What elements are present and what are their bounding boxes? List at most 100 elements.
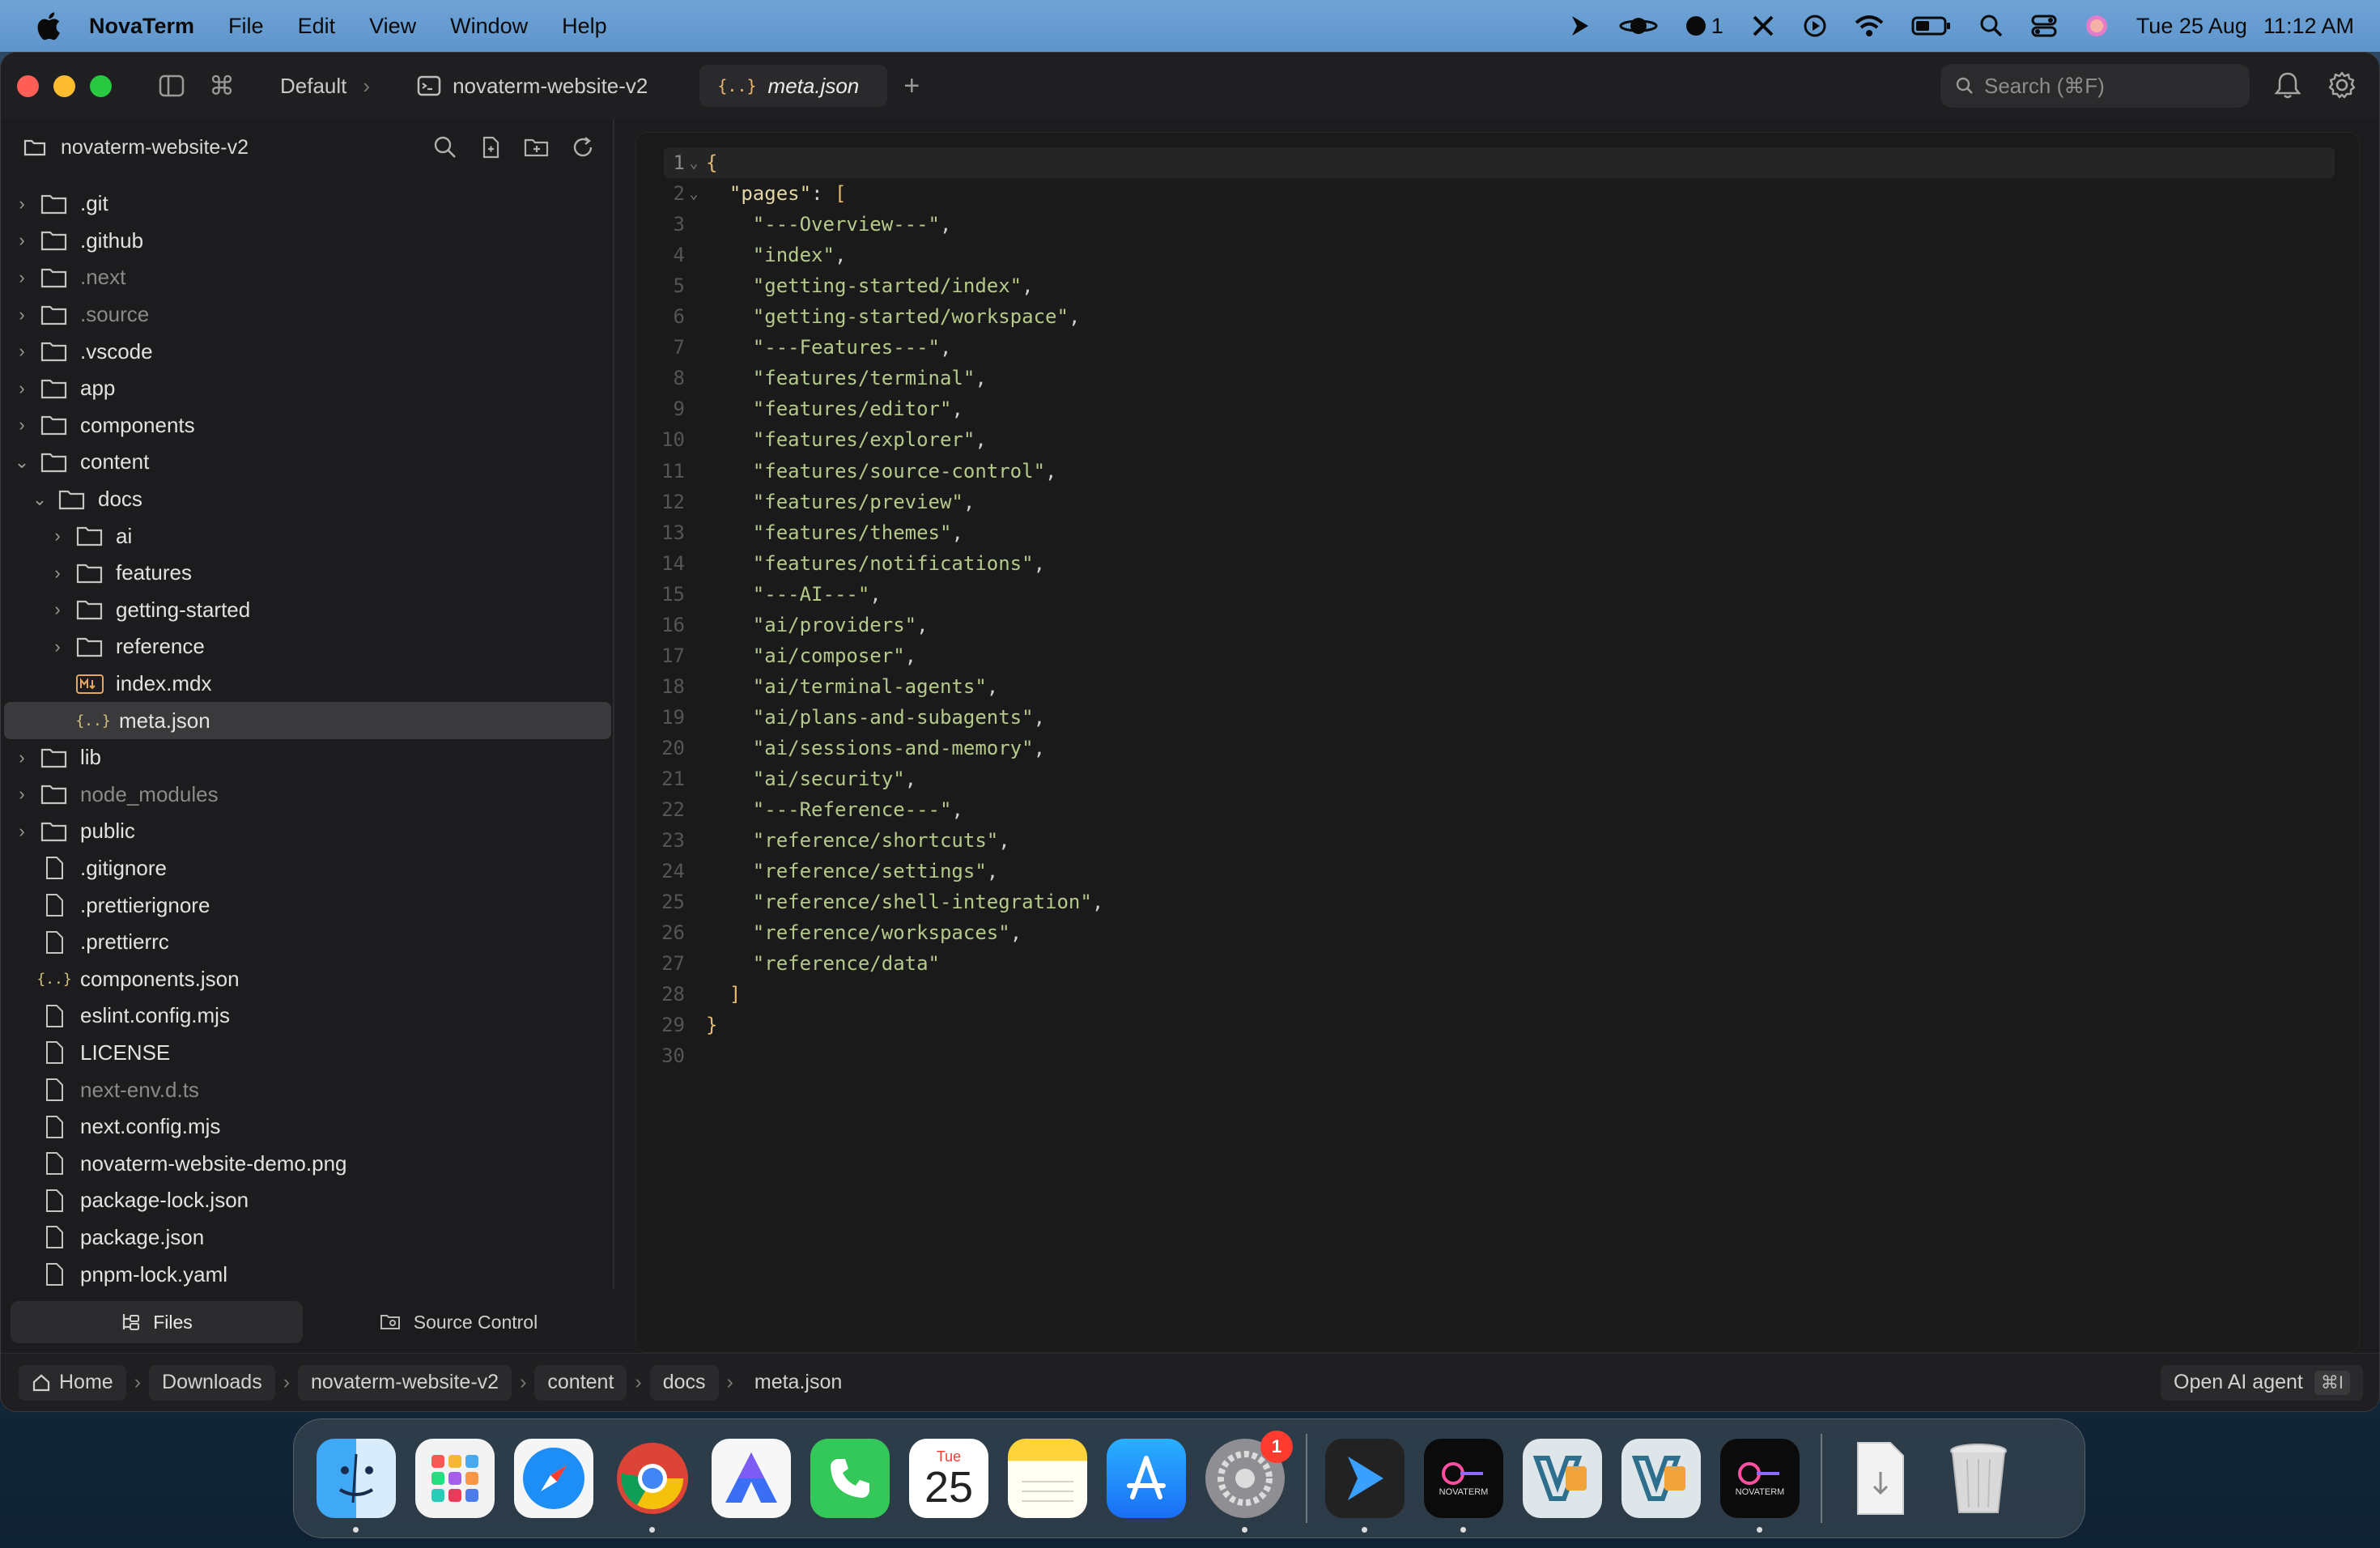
code-line[interactable]: 24 "reference/settings",: [636, 856, 2359, 887]
tree-folder-row[interactable]: › ai: [1, 517, 614, 555]
tree-file-row[interactable]: {..} components.json: [1, 960, 614, 997]
code-line[interactable]: 20 "ai/sessions-and-memory",: [636, 733, 2359, 763]
tree-file-row[interactable]: pnpm-lock.yaml: [1, 1256, 614, 1293]
chevron-right-icon[interactable]: ›: [12, 341, 32, 362]
tree-file-row[interactable]: next-env.d.ts: [1, 1071, 614, 1108]
code-line[interactable]: 12 "features/preview",: [636, 487, 2359, 517]
tree-file-row[interactable]: package.json: [1, 1219, 614, 1257]
tree-folder-row[interactable]: › .git: [1, 185, 614, 223]
search-files-icon[interactable]: [433, 135, 457, 159]
tab-project[interactable]: novaterm-website-v2: [399, 65, 665, 107]
tree-folder-row[interactable]: › public: [1, 813, 614, 850]
tree-folder-row[interactable]: › node_modules: [1, 776, 614, 814]
clock[interactable]: Tue 25 Aug 11:12 AM: [2136, 14, 2354, 39]
breadcrumb-docs[interactable]: docs: [649, 1364, 719, 1401]
new-tab-button[interactable]: +: [903, 70, 920, 102]
open-ai-agent-button[interactable]: Open AI agent ⌘I: [2161, 1364, 2363, 1401]
breadcrumb-project[interactable]: novaterm-website-v2: [298, 1364, 512, 1401]
dock-safari[interactable]: [514, 1439, 593, 1518]
tree-folder-row[interactable]: › features: [1, 555, 614, 592]
tree-file-row[interactable]: .prettierignore: [1, 887, 614, 924]
breadcrumb-home[interactable]: Home: [19, 1364, 126, 1401]
dock-vs-app-2[interactable]: [1621, 1439, 1701, 1518]
chevron-right-icon[interactable]: ›: [48, 563, 67, 584]
tree-file-row[interactable]: {..} meta.json: [4, 702, 611, 739]
apple-icon[interactable]: [31, 10, 66, 42]
code-line[interactable]: 6 "getting-started/workspace",: [636, 301, 2359, 332]
gear-icon[interactable]: [2327, 70, 2357, 104]
new-folder-icon[interactable]: [524, 135, 550, 159]
tree-file-row[interactable]: index.mdx: [1, 666, 614, 703]
refresh-icon[interactable]: [571, 135, 595, 159]
chevron-right-icon[interactable]: ›: [12, 304, 32, 325]
breadcrumb-content[interactable]: content: [534, 1364, 627, 1401]
tree-folder-row[interactable]: › reference: [1, 628, 614, 666]
tree-file-row[interactable]: novaterm-website-demo.png: [1, 1145, 614, 1182]
dock-terminal-app[interactable]: [1325, 1439, 1405, 1533]
code-line[interactable]: 14 "features/notifications",: [636, 548, 2359, 579]
wifi-icon[interactable]: [1855, 15, 1884, 37]
code-line[interactable]: 30: [636, 1040, 2359, 1071]
tab-files[interactable]: Files: [11, 1301, 303, 1343]
tree-folder-row[interactable]: › .vscode: [1, 333, 614, 370]
chevron-right-icon[interactable]: ›: [12, 415, 32, 436]
tree-folder-row[interactable]: › getting-started: [1, 592, 614, 629]
code-line[interactable]: 22 "---Reference---",: [636, 794, 2359, 825]
chevron-right-icon[interactable]: ›: [12, 784, 32, 805]
workspace-selector[interactable]: Default ›: [280, 74, 370, 99]
dock-chrome[interactable]: [613, 1439, 692, 1533]
dock-calendar[interactable]: Tue 25: [909, 1439, 988, 1518]
tab-source-control[interactable]: Source Control: [312, 1301, 605, 1343]
media-play-icon[interactable]: [1803, 14, 1827, 38]
close-window-button[interactable]: [17, 74, 39, 97]
minimize-window-button[interactable]: [53, 74, 75, 97]
bell-icon[interactable]: [2274, 70, 2301, 104]
tree-folder-row[interactable]: › lib: [1, 739, 614, 776]
siri-icon[interactable]: [2085, 14, 2109, 38]
dock-app-store[interactable]: [1107, 1439, 1186, 1518]
menu-window[interactable]: Window: [450, 14, 528, 39]
code-line[interactable]: 3 "---Overview---",: [636, 209, 2359, 240]
global-search-input[interactable]: Search (⌘F): [1940, 64, 2250, 108]
code-line[interactable]: 2 ⌄ "pages": [: [636, 178, 2359, 209]
dock-launchpad[interactable]: [415, 1439, 495, 1518]
code-line[interactable]: 15 "---AI---",: [636, 579, 2359, 610]
zoom-window-button[interactable]: [90, 74, 112, 97]
code-line[interactable]: 16 "ai/providers",: [636, 610, 2359, 640]
control-center-icon[interactable]: [2031, 14, 2057, 38]
play-arrow-icon[interactable]: [1567, 14, 1592, 38]
breadcrumb-file[interactable]: meta.json: [742, 1365, 855, 1401]
breadcrumb-downloads[interactable]: Downloads: [149, 1364, 275, 1401]
dock-downloads[interactable]: [1840, 1439, 1919, 1518]
spotlight-search-icon[interactable]: [1979, 14, 2004, 38]
tree-folder-row[interactable]: › .github: [1, 223, 614, 260]
menu-edit[interactable]: Edit: [298, 14, 336, 39]
chevron-right-icon[interactable]: ›: [12, 267, 32, 288]
chevron-right-icon[interactable]: ›: [48, 636, 67, 657]
dock-system-settings[interactable]: 1: [1205, 1431, 1293, 1533]
code-line[interactable]: 19 "ai/plans-and-subagents",: [636, 702, 2359, 733]
code-line[interactable]: 11 "features/source-control",: [636, 456, 2359, 487]
tree-file-row[interactable]: .prettierrc: [1, 924, 614, 961]
code-line[interactable]: 18 "ai/terminal-agents",: [636, 671, 2359, 702]
tree-folder-row[interactable]: › .source: [1, 296, 614, 334]
tools-icon[interactable]: [1751, 14, 1775, 38]
chevron-right-icon[interactable]: ›: [48, 525, 67, 546]
chevron-down-icon[interactable]: ⌄: [12, 452, 32, 473]
menu-help[interactable]: Help: [562, 14, 607, 39]
tree-folder-row[interactable]: › .next: [1, 259, 614, 296]
tree-file-row[interactable]: next.config.mjs: [1, 1108, 614, 1146]
dock-vs-app-1[interactable]: [1523, 1439, 1602, 1518]
tree-folder-row[interactable]: ⌄ content: [1, 444, 614, 481]
code-line[interactable]: 23 "reference/shortcuts",: [636, 825, 2359, 856]
dock-novaterm-1[interactable]: NOVATERM: [1424, 1439, 1503, 1533]
code-line[interactable]: 1 ⌄{: [664, 147, 2335, 178]
chevron-down-icon[interactable]: ⌄: [30, 489, 49, 510]
code-line[interactable]: 27 "reference/data": [636, 948, 2359, 979]
chevron-right-icon[interactable]: ›: [12, 747, 32, 768]
dock-trash[interactable]: [1939, 1439, 2018, 1518]
code-line[interactable]: 7 "---Features---",: [636, 332, 2359, 363]
menu-view[interactable]: View: [369, 14, 416, 39]
tree-file-row[interactable]: eslint.config.mjs: [1, 997, 614, 1035]
chevron-right-icon[interactable]: ›: [12, 378, 32, 399]
